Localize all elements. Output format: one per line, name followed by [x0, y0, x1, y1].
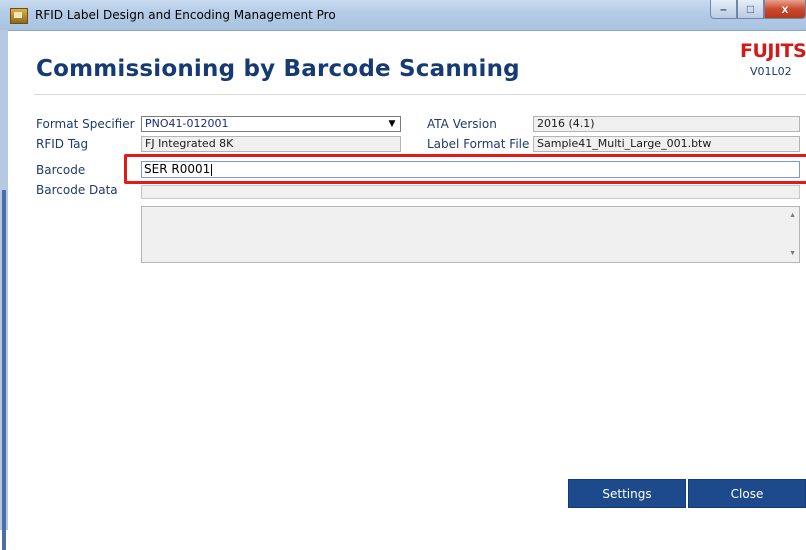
ata-version-field: 2016 (4.1): [533, 116, 800, 132]
header-divider: [34, 94, 806, 95]
chevron-down-icon[interactable]: ▼: [386, 118, 398, 130]
page-title: Commissioning by Barcode Scanning: [36, 56, 520, 82]
ata-version-label: ATA Version: [427, 117, 497, 131]
minimize-icon: –: [720, 2, 727, 16]
settings-button[interactable]: Settings: [568, 479, 686, 508]
maximize-button[interactable]: □: [737, 0, 764, 19]
rfid-tag-value: FJ Integrated 8K: [145, 137, 234, 150]
rfid-tag-field: FJ Integrated 8K: [141, 136, 401, 152]
version-label: V01L02: [750, 65, 792, 78]
label-format-file-value: Sample41_Multi_Large_001.btw: [537, 137, 712, 150]
barcode-data-label: Barcode Data: [36, 183, 118, 197]
scroll-up-icon[interactable]: ▲: [789, 212, 796, 219]
brand-logo: FUJITSU: [740, 40, 806, 62]
left-window-edge: [0, 30, 8, 550]
format-specifier-select[interactable]: PNO41-012001 ▼: [141, 116, 401, 132]
format-specifier-label: Format Specifier: [36, 117, 135, 131]
maximize-icon: □: [746, 2, 755, 16]
close-button[interactable]: Close: [688, 479, 806, 508]
window-close-button[interactable]: x: [764, 0, 806, 19]
ata-version-value: 2016 (4.1): [537, 117, 595, 130]
app-icon: [10, 8, 28, 24]
window-title: RFID Label Design and Encoding Managemen…: [35, 8, 336, 22]
minimize-button[interactable]: –: [710, 0, 737, 19]
title-bar: RFID Label Design and Encoding Managemen…: [0, 0, 806, 31]
label-format-file-label: Label Format File: [427, 137, 530, 151]
barcode-data-field: [141, 185, 800, 199]
label-format-file-field: Sample41_Multi_Large_001.btw: [533, 136, 800, 152]
close-icon: x: [781, 2, 789, 16]
barcode-data-textarea[interactable]: ▲ ▼: [141, 206, 800, 263]
barcode-highlight-box: [124, 154, 806, 184]
barcode-label: Barcode: [36, 163, 86, 177]
scroll-down-icon[interactable]: ▼: [789, 250, 796, 257]
format-specifier-value: PNO41-012001: [145, 117, 229, 130]
rfid-tag-label: RFID Tag: [36, 137, 89, 151]
